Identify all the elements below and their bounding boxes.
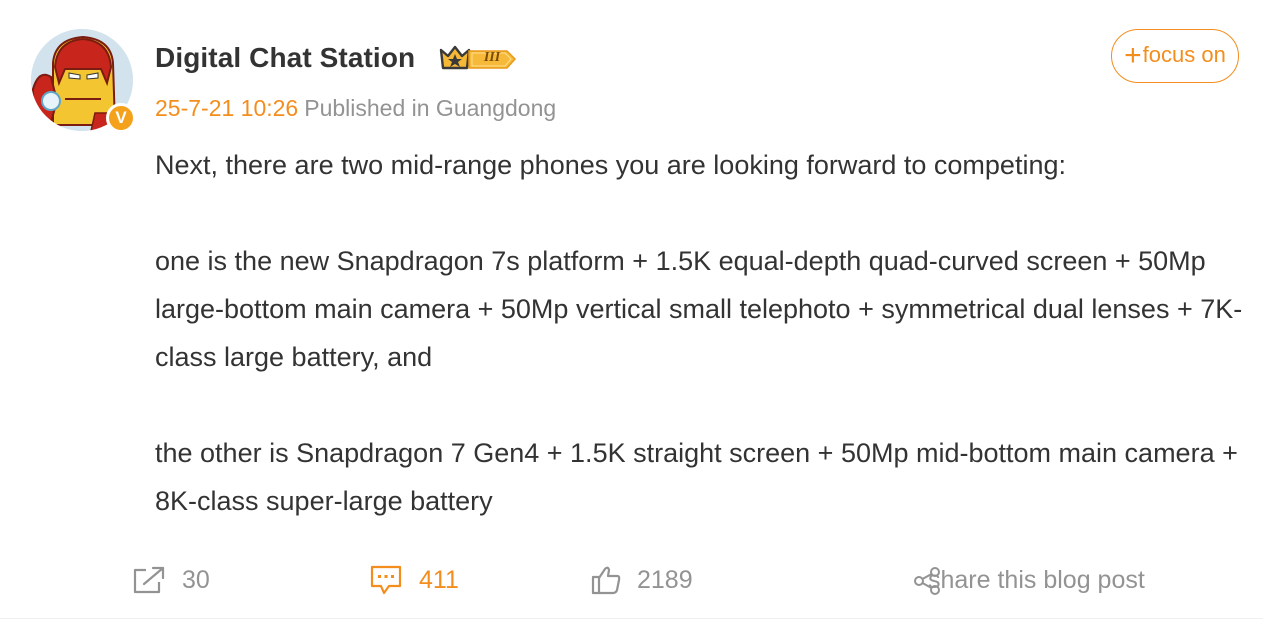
verified-badge: V [106,103,136,133]
post-meta: 25-7-21 10:26 Published in Guangdong [155,93,556,123]
divider [0,618,1263,619]
weibo-post-card: V Digital Chat Station III 25-7-21 10:26… [0,0,1263,622]
thumbs-up-icon [590,564,622,596]
follow-button-label: focus on [1142,42,1226,67]
repost-button[interactable]: 30 [132,556,210,604]
post-paragraph: one is the new Snapdragon 7s platform + … [155,246,1243,372]
post-content: Next, there are two mid-range phones you… [155,141,1245,525]
post-location: Published in Guangdong [304,95,557,121]
plus-icon: + [1124,39,1142,72]
likes-count: 2189 [637,565,693,594]
avatar[interactable]: V [31,29,136,133]
author-name[interactable]: Digital Chat Station [155,40,415,76]
repost-count: 30 [182,565,210,594]
member-level-text: III [483,50,501,65]
post-time[interactable]: 25-7-21 10:26 [155,95,298,121]
share-label: share this blog post [928,566,1145,594]
post-paragraph: the other is Snapdragon 7 Gen4 + 1.5K st… [155,438,1238,516]
comment-icon [369,564,403,596]
comments-count: 411 [419,565,459,594]
share-button[interactable]: share this blog post [913,556,1173,604]
like-button[interactable]: 2189 [590,556,693,604]
action-bar: 30 411 2189 share this blog post [0,556,1263,604]
member-level-badge[interactable]: III [439,42,517,74]
repost-icon [132,565,166,595]
comments-button[interactable]: 411 [369,556,459,604]
follow-button[interactable]: +focus on [1111,29,1239,83]
post-paragraph: Next, there are two mid-range phones you… [155,150,1066,180]
